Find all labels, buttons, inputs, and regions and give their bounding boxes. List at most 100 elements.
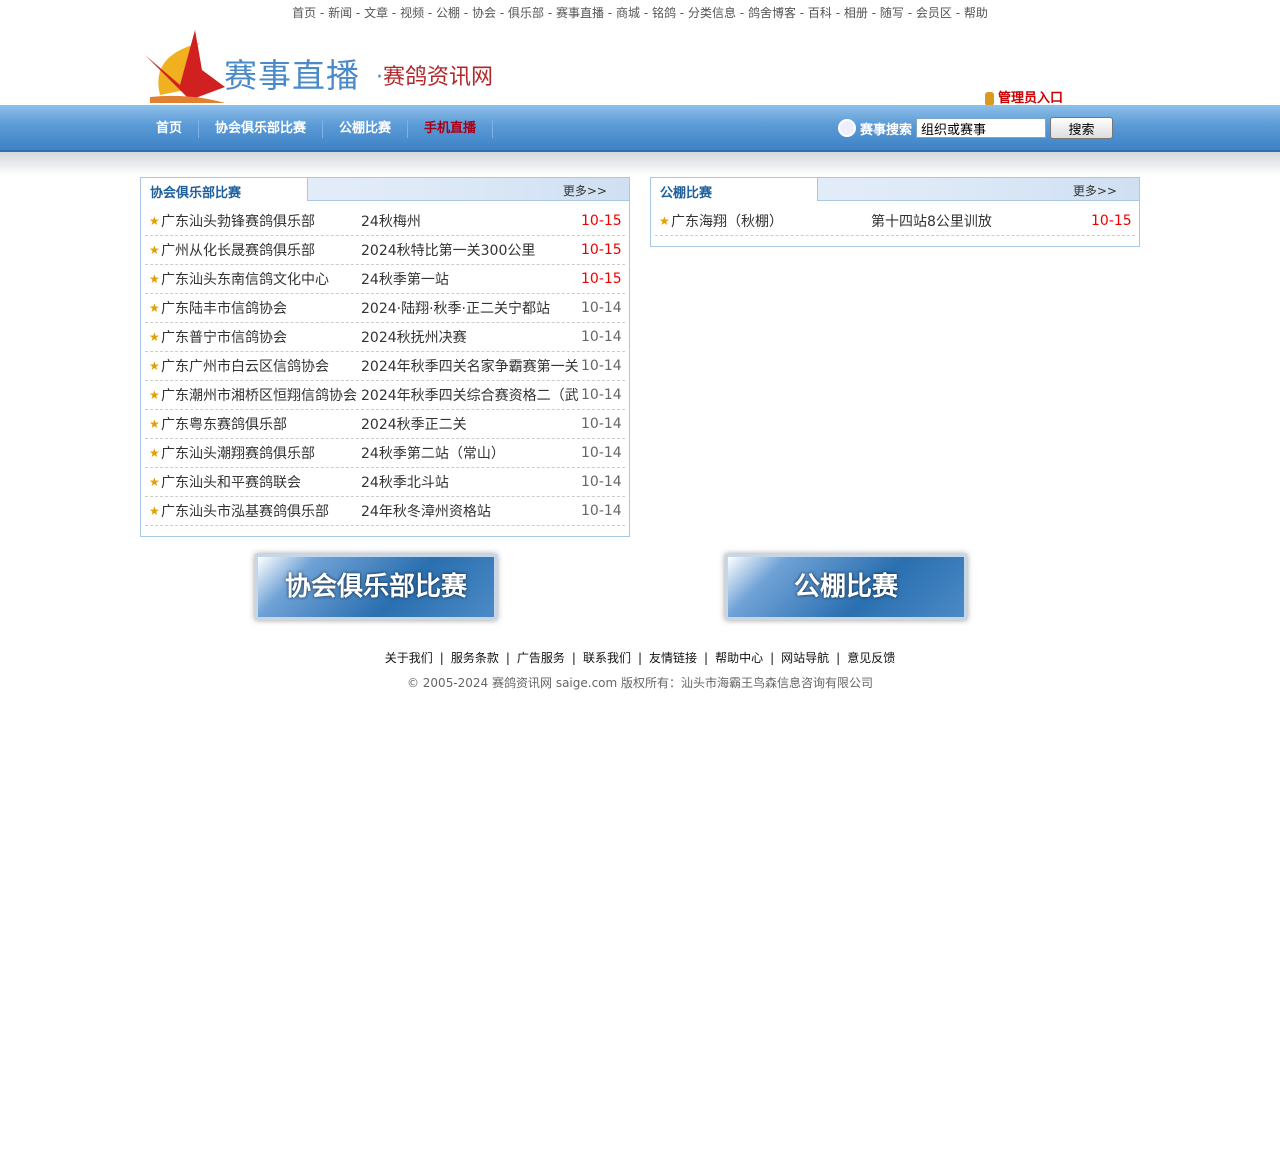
- race-date: 10-15: [581, 242, 622, 258]
- top-link[interactable]: 赛事直播: [556, 6, 604, 20]
- star-icon: ★: [149, 214, 160, 228]
- race-link[interactable]: 2024年秋季四关名家争霸赛第一关: [361, 356, 581, 376]
- star-icon: ★: [149, 417, 160, 431]
- star-icon: ★: [149, 301, 160, 315]
- race-row[interactable]: ★ 广州从化长晟赛鸽俱乐部 2024秋特比第一关300公里 10-15: [145, 236, 625, 265]
- nav-club-races[interactable]: 协会俱乐部比赛: [199, 119, 324, 138]
- star-icon: ★: [149, 475, 160, 489]
- star-icon: ★: [149, 243, 160, 257]
- race-link[interactable]: 24秋季第一站: [361, 269, 581, 289]
- footer-link[interactable]: 网站导航: [781, 651, 829, 665]
- footer-link[interactable]: 帮助中心: [715, 651, 763, 665]
- race-date: 10-14: [581, 387, 622, 403]
- star-icon: ★: [149, 504, 160, 518]
- more-link[interactable]: 更多>>: [1073, 182, 1117, 199]
- footer-link[interactable]: 关于我们: [385, 651, 433, 665]
- panel-title: 协会俱乐部比赛: [140, 177, 308, 201]
- race-row[interactable]: ★ 广东汕头潮翔赛鸽俱乐部 24秋季第二站（常山） 10-14: [145, 439, 625, 468]
- organization-link[interactable]: 广东陆丰市信鸽协会: [161, 298, 361, 318]
- nav-shadow: [0, 152, 1280, 176]
- top-link[interactable]: 相册: [844, 6, 868, 20]
- top-link[interactable]: 商城: [616, 6, 640, 20]
- organization-link[interactable]: 广东广州市白云区信鸽协会: [161, 356, 361, 376]
- race-row[interactable]: ★ 广东汕头和平赛鸽联会 24秋季北斗站 10-14: [145, 468, 625, 497]
- admin-login-link[interactable]: 管理员入口: [985, 87, 1063, 106]
- organization-link[interactable]: 广东汕头潮翔赛鸽俱乐部: [161, 443, 361, 463]
- organization-link[interactable]: 广东汕头东南信鸽文化中心: [161, 269, 361, 289]
- top-link[interactable]: 协会: [472, 6, 496, 20]
- race-link[interactable]: 2024·陆翔·秋季·正二关宁都站: [361, 298, 581, 318]
- top-link[interactable]: 公棚: [436, 6, 460, 20]
- race-date: 10-14: [581, 474, 622, 490]
- top-link[interactable]: 会员区: [916, 6, 952, 20]
- footer-link[interactable]: 意见反馈: [847, 651, 895, 665]
- race-link[interactable]: 第十四站8公里训放: [871, 211, 1091, 231]
- race-link[interactable]: 24秋梅州: [361, 211, 581, 231]
- footer-link[interactable]: 友情链接: [649, 651, 697, 665]
- race-date: 10-14: [581, 416, 622, 432]
- race-date: 10-14: [581, 300, 622, 316]
- club-races-panel: 协会俱乐部比赛 更多>> ★ 广东汕头勃锋赛鸽俱乐部 24秋梅州 10-15 ★ 广州从化长…: [140, 177, 630, 537]
- race-row[interactable]: ★ 广东陆丰市信鸽协会 2024·陆翔·秋季·正二关宁都站 10-14: [145, 294, 625, 323]
- top-link[interactable]: 鸽舍博客: [748, 6, 796, 20]
- race-date: 10-14: [581, 329, 622, 345]
- organization-link[interactable]: 广东汕头勃锋赛鸽俱乐部: [161, 211, 361, 231]
- footer-link[interactable]: 广告服务: [517, 651, 565, 665]
- top-link[interactable]: 首页: [292, 6, 316, 20]
- race-row[interactable]: ★ 广东汕头市泓基赛鸽俱乐部 24年秋冬漳州资格站 10-14: [145, 497, 625, 526]
- top-link[interactable]: 帮助: [964, 6, 988, 20]
- top-link[interactable]: 俱乐部: [508, 6, 544, 20]
- top-link[interactable]: 百科: [808, 6, 832, 20]
- race-date: 10-14: [581, 358, 622, 374]
- race-link[interactable]: 2024秋季正二关: [361, 414, 581, 434]
- search-input[interactable]: [916, 118, 1047, 138]
- top-link[interactable]: 文章: [364, 6, 388, 20]
- race-row[interactable]: ★ 广东普宁市信鸽协会 2024秋抚州决赛 10-14: [145, 323, 625, 352]
- nav-loft-races[interactable]: 公棚比赛: [323, 119, 409, 138]
- race-date: 10-14: [581, 445, 622, 461]
- footer-links: 关于我们 | 服务条款 | 广告服务 | 联系我们 | 友情链接 | 帮助中心 | 网站导航 | 意见反馈: [384, 651, 896, 665]
- more-link[interactable]: 更多>>: [563, 182, 607, 199]
- race-link[interactable]: 24年秋冬漳州资格站: [361, 501, 581, 521]
- race-row[interactable]: ★ 广东潮州市湘桥区恒翔信鸽协会 2024年秋季四关综合赛资格二（武 10-14: [145, 381, 625, 410]
- footer-link[interactable]: 联系我们: [583, 651, 631, 665]
- top-link[interactable]: 分类信息: [688, 6, 736, 20]
- race-row[interactable]: ★ 广东广州市白云区信鸽协会 2024年秋季四关名家争霸赛第一关 10-14: [145, 352, 625, 381]
- organization-link[interactable]: 广东海翔（秋棚）: [671, 211, 871, 231]
- star-icon: ★: [149, 359, 160, 373]
- organization-link[interactable]: 广东粤东赛鸽俱乐部: [161, 414, 361, 434]
- organization-link[interactable]: 广东汕头市泓基赛鸽俱乐部: [161, 501, 361, 521]
- race-row[interactable]: ★ 广东粤东赛鸽俱乐部 2024秋季正二关 10-14: [145, 410, 625, 439]
- race-row[interactable]: ★ 广东海翔（秋棚） 第十四站8公里训放 10-15: [655, 207, 1135, 236]
- star-icon: ★: [149, 272, 160, 286]
- nav-home[interactable]: 首页: [140, 119, 200, 138]
- race-link[interactable]: 2024秋抚州决赛: [361, 327, 581, 347]
- race-link[interactable]: 24秋季北斗站: [361, 472, 581, 492]
- top-link[interactable]: 新闻: [328, 6, 352, 20]
- main-nav-bar: 首页 协会俱乐部比赛 公棚比赛 手机直播 赛事搜索 搜索: [0, 105, 1280, 152]
- star-icon: ★: [149, 330, 160, 344]
- race-row[interactable]: ★ 广东汕头东南信鸽文化中心 24秋季第一站 10-15: [145, 265, 625, 294]
- top-link[interactable]: 铭鸽: [652, 6, 676, 20]
- top-link[interactable]: 视频: [400, 6, 424, 20]
- search-label: 赛事搜索: [860, 122, 913, 138]
- race-link[interactable]: 2024年秋季四关综合赛资格二（武: [361, 385, 581, 405]
- site-logo[interactable]: 赛事直播 ·赛鸽资讯网: [140, 25, 500, 105]
- race-link[interactable]: 2024秋特比第一关300公里: [361, 240, 581, 260]
- race-link[interactable]: 24秋季第二站（常山）: [361, 443, 581, 463]
- logo-site-name: ·赛鸽资讯网: [376, 65, 494, 90]
- club-races-banner[interactable]: 协会俱乐部比赛: [255, 554, 497, 620]
- race-search: 赛事搜索 搜索: [838, 117, 1114, 139]
- organization-link[interactable]: 广东普宁市信鸽协会: [161, 327, 361, 347]
- star-icon: ★: [149, 446, 160, 460]
- footer-link[interactable]: 服务条款: [451, 651, 499, 665]
- copyright: © 2005-2024 赛鸽资讯网 saige.com 版权所有：汕头市海霸王鸟…: [406, 676, 874, 690]
- nav-mobile-live[interactable]: 手机直播: [408, 119, 494, 138]
- search-button[interactable]: 搜索: [1050, 117, 1114, 139]
- organization-link[interactable]: 广州从化长晟赛鸽俱乐部: [161, 240, 361, 260]
- race-row[interactable]: ★ 广东汕头勃锋赛鸽俱乐部 24秋梅州 10-15: [145, 207, 625, 236]
- top-link[interactable]: 随写: [880, 6, 904, 20]
- organization-link[interactable]: 广东潮州市湘桥区恒翔信鸽协会: [161, 385, 361, 405]
- loft-races-banner[interactable]: 公棚比赛: [725, 554, 967, 620]
- organization-link[interactable]: 广东汕头和平赛鸽联会: [161, 472, 361, 492]
